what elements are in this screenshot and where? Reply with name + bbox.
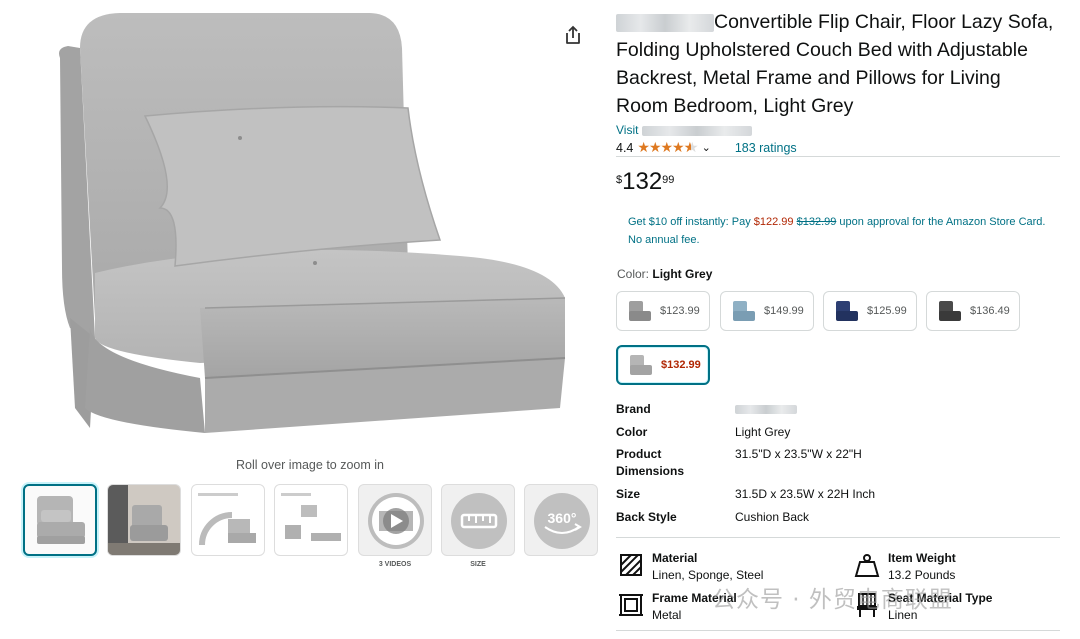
angle-diagram-thumb-image <box>198 493 256 546</box>
thumbnail-videos[interactable] <box>358 484 432 556</box>
color-swatch-1[interactable]: $123.99 <box>616 291 710 331</box>
material-icon <box>620 554 642 576</box>
view-360-icon: 360° <box>534 493 590 549</box>
chair-thumb-image <box>37 496 85 544</box>
chair-icon <box>630 355 652 375</box>
brand-blur <box>616 13 714 32</box>
video-play-icon <box>368 493 424 549</box>
divider <box>616 630 1060 631</box>
weight-icon <box>854 554 880 577</box>
thumbnail-size[interactable] <box>441 484 515 556</box>
spec-key-brand: Brand <box>616 402 651 416</box>
swatch-price: $149.99 <box>764 305 804 317</box>
brand-value-blur <box>735 405 797 415</box>
feature-material-key: Material <box>652 551 698 565</box>
thumbnail-3[interactable] <box>191 484 265 556</box>
ratings-count-link[interactable]: 183 ratings <box>735 141 797 155</box>
product-main-image[interactable] <box>40 8 585 458</box>
color-swatch-3[interactable]: $125.99 <box>823 291 917 331</box>
share-icon[interactable] <box>562 24 584 46</box>
color-swatch-5-selected[interactable]: $132.99 <box>616 345 710 385</box>
zoom-hint: Roll over image to zoom in <box>236 458 384 472</box>
room-thumb-image <box>108 485 180 555</box>
feature-frame-value: Metal <box>652 608 682 622</box>
color-selected: Light Grey <box>652 267 713 281</box>
svg-text:360°: 360° <box>548 510 577 526</box>
videos-caption: 3 VIDEOS <box>378 561 412 568</box>
size-caption: SIZE <box>470 561 486 568</box>
swatch-price: $123.99 <box>660 305 700 317</box>
price-whole: 132 <box>622 168 663 195</box>
price-fraction: 99 <box>662 174 675 186</box>
spec-value-size: 31.5D x 23.5W x 22H Inch <box>735 487 876 501</box>
rating-row: 4.4 ★★★★★★ ⌄ 183 ratings <box>616 139 797 156</box>
chair-icon <box>939 301 961 321</box>
thumbnail-360[interactable]: 360° <box>524 484 598 556</box>
spec-key-color: Color <box>616 425 648 439</box>
spec-key-size: Size <box>616 487 641 501</box>
feature-weight-key: Item Weight <box>888 551 956 565</box>
spec-value-brand <box>735 401 797 418</box>
price-symbol: $ <box>616 174 623 186</box>
chevron-down-icon[interactable]: ⌄ <box>702 141 711 154</box>
chair-icon <box>733 301 755 321</box>
promo-old-price: $132.99 <box>796 216 837 228</box>
color-swatch-4[interactable]: $136.49 <box>926 291 1020 331</box>
spec-value-back-style: Cushion Back <box>735 510 810 524</box>
spec-value-color: Light Grey <box>735 425 791 439</box>
thumbnail-4[interactable] <box>274 484 348 556</box>
thumbnail-2[interactable] <box>107 484 181 556</box>
spec-key-dimensions: Product Dimensions <box>616 447 685 478</box>
modes-thumb-image <box>281 493 341 541</box>
product-title: Convertible Flip Chair, Floor Lazy Sofa,… <box>616 8 1056 120</box>
swatch-price: $132.99 <box>661 359 701 371</box>
rating-value: 4.4 <box>616 140 634 155</box>
spec-key-back-style: Back Style <box>616 510 677 524</box>
swatch-price: $136.49 <box>970 305 1010 317</box>
promo-text-before: Get $10 off instantly: Pay <box>628 216 754 228</box>
thumbnail-1[interactable] <box>23 484 97 556</box>
visit-store-link[interactable]: Visit <box>616 123 752 137</box>
spec-value-dimensions: 31.5"D x 23.5"W x 22"H <box>735 447 862 461</box>
color-label-prefix: Color: <box>617 267 650 281</box>
chair-icon <box>629 301 651 321</box>
frame-icon <box>619 594 643 616</box>
star-rating-icon[interactable]: ★★★★★★ <box>637 139 697 156</box>
watermark-text: 公众号 · 外贸电商联盟 <box>712 587 953 613</box>
color-label: Color: Light Grey <box>617 267 712 281</box>
chair-icon <box>836 301 858 321</box>
divider <box>616 537 1060 538</box>
visit-prefix: Visit <box>616 123 639 137</box>
promo-new-price: $122.99 <box>753 216 794 228</box>
ruler-icon <box>451 493 507 549</box>
swatch-price: $125.99 <box>867 305 907 317</box>
store-card-promo[interactable]: Get $10 off instantly: Pay $122.99 $132.… <box>628 214 1048 249</box>
divider <box>616 156 1060 157</box>
price: $13299 <box>616 168 674 196</box>
color-swatch-2[interactable]: $149.99 <box>720 291 814 331</box>
store-name-blur <box>641 125 752 136</box>
